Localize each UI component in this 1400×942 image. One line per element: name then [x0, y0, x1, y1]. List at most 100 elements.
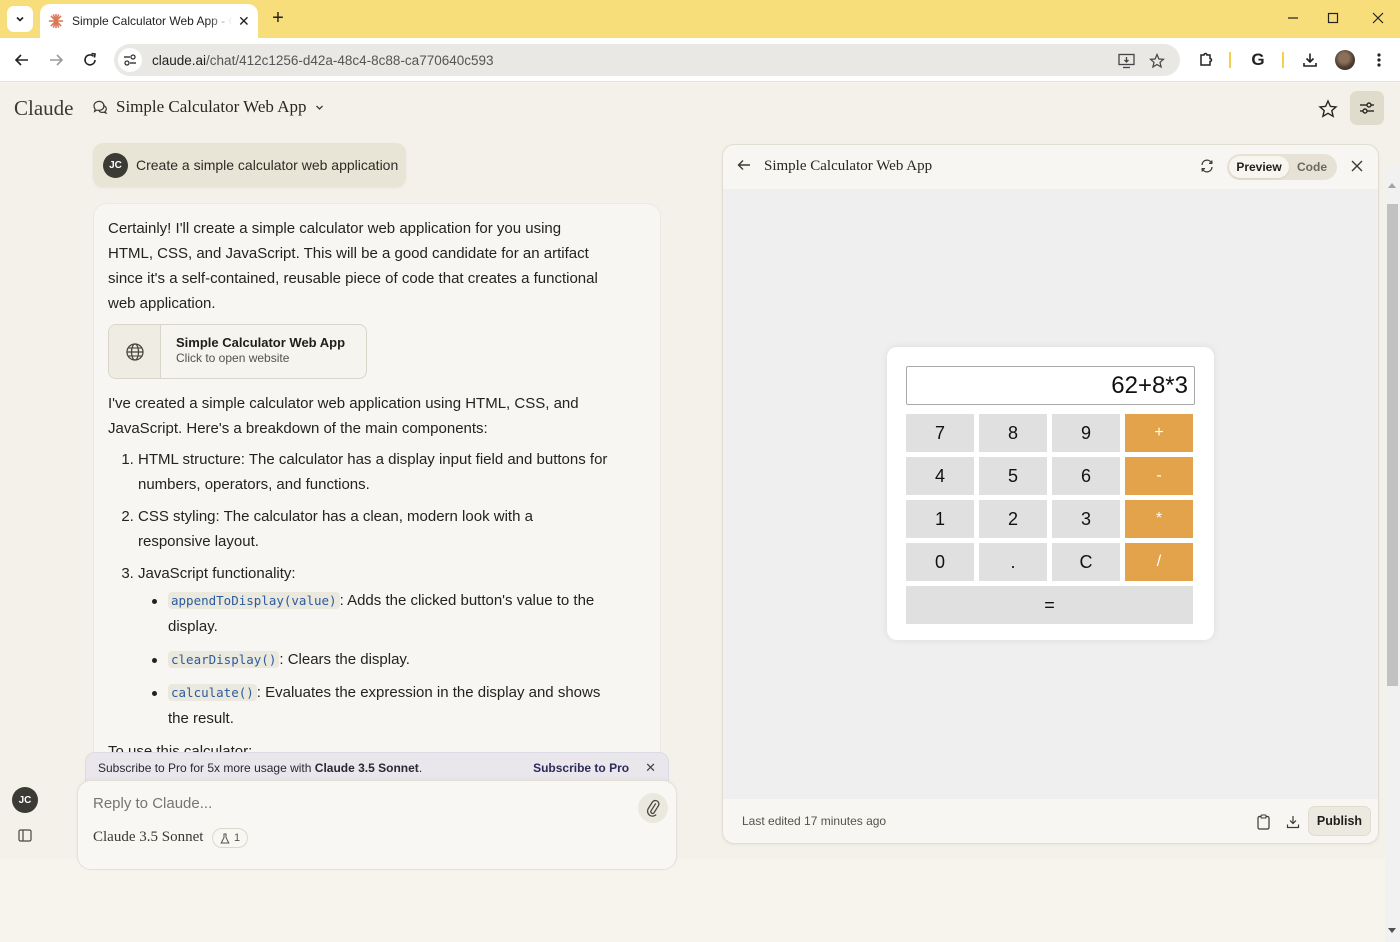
- flask-icon: [220, 833, 230, 843]
- list-item: JavaScript functionality: appendToDispla…: [138, 561, 608, 732]
- claude-app: Claude Simple Calculator Web App JC Crea…: [0, 83, 1400, 942]
- window-close-icon[interactable]: [1368, 8, 1388, 28]
- calc-button-4[interactable]: 4: [906, 457, 974, 495]
- project-count: 1: [234, 832, 241, 844]
- back-arrow-icon[interactable]: [11, 49, 33, 71]
- user-avatar: JC: [103, 152, 128, 178]
- tab-close-icon[interactable]: ✕: [238, 13, 250, 30]
- attach-file-button[interactable]: [638, 793, 668, 823]
- tab-code[interactable]: Code: [1289, 156, 1335, 178]
- claude-favicon-icon: [48, 13, 64, 29]
- calc-button-9[interactable]: 9: [1052, 414, 1120, 452]
- tab-preview[interactable]: Preview: [1229, 156, 1289, 178]
- list-item: HTML structure: The calculator has a dis…: [138, 447, 608, 497]
- model-selector[interactable]: Claude 3.5 Sonnet: [93, 829, 203, 846]
- calc-button-clear[interactable]: C: [1052, 543, 1120, 581]
- downloads-icon[interactable]: [1299, 49, 1321, 71]
- calc-button-minus[interactable]: -: [1125, 457, 1193, 495]
- project-knowledge-chip[interactable]: 1: [212, 828, 249, 848]
- chat-bubbles-icon: [93, 100, 108, 115]
- scroll-up-arrow[interactable]: [1388, 183, 1396, 188]
- account-avatar[interactable]: JC: [12, 787, 38, 813]
- new-tab-button[interactable]: +: [268, 6, 288, 30]
- reply-composer: Claude 3.5 Sonnet 1: [77, 780, 677, 870]
- address-bar[interactable]: claude.ai/chat/412c1256-d42a-48c4-8c88-c…: [114, 44, 1180, 76]
- artifact-panel: Simple Calculator Web App Preview Code 7…: [722, 144, 1379, 844]
- extensions-puzzle-icon[interactable]: [1195, 49, 1217, 71]
- calc-button-divide[interactable]: /: [1125, 543, 1193, 581]
- tab-title: Simple Calculator Web App - Claude: [72, 14, 232, 28]
- chat-title-menu[interactable]: Simple Calculator Web App: [92, 97, 324, 117]
- sidebar-toggle-icon[interactable]: [18, 829, 34, 845]
- star-icon: [1318, 99, 1338, 118]
- profile-avatar[interactable]: [1334, 49, 1356, 71]
- banner-model-name: Claude 3.5 Sonnet: [314, 761, 419, 775]
- banner-text: Subscribe to Pro for 5x more usage with …: [98, 761, 422, 775]
- maximize-icon[interactable]: [1323, 8, 1343, 28]
- url-text[interactable]: claude.ai/chat/412c1256-d42a-48c4-8c88-c…: [152, 53, 494, 68]
- artifact-preview: 789+456- 123* 0.C/ =: [723, 189, 1378, 799]
- scrollbar-thumb[interactable]: [1387, 204, 1398, 686]
- banner-close-icon[interactable]: ✕: [645, 760, 656, 776]
- toolbar-divider: [1229, 52, 1231, 68]
- calc-button-7[interactable]: 7: [906, 414, 974, 452]
- forward-arrow-icon[interactable]: [45, 49, 67, 71]
- inline-code: calculate(): [168, 684, 257, 701]
- bookmark-star-icon[interactable]: [1147, 51, 1167, 71]
- components-list: HTML structure: The calculator has a dis…: [108, 447, 646, 732]
- view-toggle: Preview Code: [1227, 154, 1337, 180]
- list-item: CSS styling: The calculator has a clean,…: [138, 504, 608, 554]
- calc-button-plus[interactable]: +: [1125, 414, 1193, 452]
- artifact-card-subtitle: Click to open website: [176, 351, 290, 365]
- back-arrow-icon[interactable]: [737, 158, 751, 177]
- page-scrollbar[interactable]: [1385, 166, 1400, 942]
- calc-button-8[interactable]: 8: [979, 414, 1047, 452]
- reply-input[interactable]: [93, 795, 613, 812]
- sliders-icon: [1360, 102, 1374, 114]
- calc-button-0[interactable]: 0: [906, 543, 974, 581]
- close-icon[interactable]: [1349, 158, 1365, 174]
- paperclip-icon: [646, 799, 660, 817]
- minimize-icon[interactable]: [1283, 8, 1303, 28]
- copy-clipboard-icon[interactable]: [1254, 813, 1272, 831]
- calc-button-6[interactable]: 6: [1052, 457, 1120, 495]
- artifact-card[interactable]: Simple Calculator Web App Click to open …: [108, 324, 367, 379]
- calculator: 789+456- 123* 0.C/ =: [887, 347, 1214, 640]
- calc-button-2[interactable]: 2: [979, 500, 1047, 538]
- reload-icon[interactable]: [79, 49, 101, 71]
- artifact-card-title: Simple Calculator Web App: [176, 335, 346, 350]
- download-icon[interactable]: [1284, 813, 1302, 831]
- function-item: clearDisplay(): Clears the display.: [152, 647, 610, 673]
- publish-button[interactable]: Publish: [1308, 806, 1371, 836]
- subscribe-to-pro-link[interactable]: Subscribe to Pro: [533, 761, 629, 775]
- browser-tab-active[interactable]: Simple Calculator Web App - Claude ✕: [40, 4, 258, 38]
- calc-button-5[interactable]: 5: [979, 457, 1047, 495]
- calc-button-equals[interactable]: =: [906, 586, 1193, 624]
- artifact-title: Simple Calculator Web App: [764, 158, 933, 174]
- tab-search-button[interactable]: [7, 6, 33, 32]
- calc-button-multiply[interactable]: *: [1125, 500, 1193, 538]
- scroll-down-arrow[interactable]: [1388, 928, 1396, 933]
- chevron-down-icon: [315, 105, 323, 110]
- refresh-icon[interactable]: [1198, 157, 1216, 175]
- calc-button-decimal[interactable]: .: [979, 543, 1047, 581]
- browser-toolbar: claude.ai/chat/412c1256-d42a-48c4-8c88-c…: [0, 38, 1400, 82]
- banner-text-prefix: Subscribe to Pro for 5x more usage with: [98, 761, 315, 775]
- site-info-icon[interactable]: [118, 48, 142, 72]
- calc-button-1[interactable]: 1: [906, 500, 974, 538]
- function-desc: : Clears the display.: [279, 651, 410, 668]
- assistant-intro: Certainly! I'll create a simple calculat…: [108, 220, 598, 312]
- function-item: appendToDisplay(value): Adds the clicked…: [152, 588, 610, 640]
- google-extension-icon[interactable]: G: [1247, 49, 1269, 71]
- browser-titlebar: Simple Calculator Web App - Claude ✕ +: [0, 0, 1400, 38]
- favorite-star-button[interactable]: [1316, 97, 1340, 121]
- calculator-display[interactable]: [906, 366, 1195, 405]
- chat-settings-button[interactable]: [1350, 91, 1384, 125]
- url-domain: claude.ai: [152, 52, 207, 68]
- browser-menu-icon[interactable]: [1368, 49, 1390, 71]
- claude-logo[interactable]: Claude: [14, 96, 73, 121]
- calc-button-3[interactable]: 3: [1052, 500, 1120, 538]
- artifact-footer: Last edited 17 minutes ago Publish: [723, 799, 1378, 843]
- install-app-icon[interactable]: [1117, 51, 1137, 71]
- assistant-summary: I've created a simple calculator web app…: [108, 395, 579, 437]
